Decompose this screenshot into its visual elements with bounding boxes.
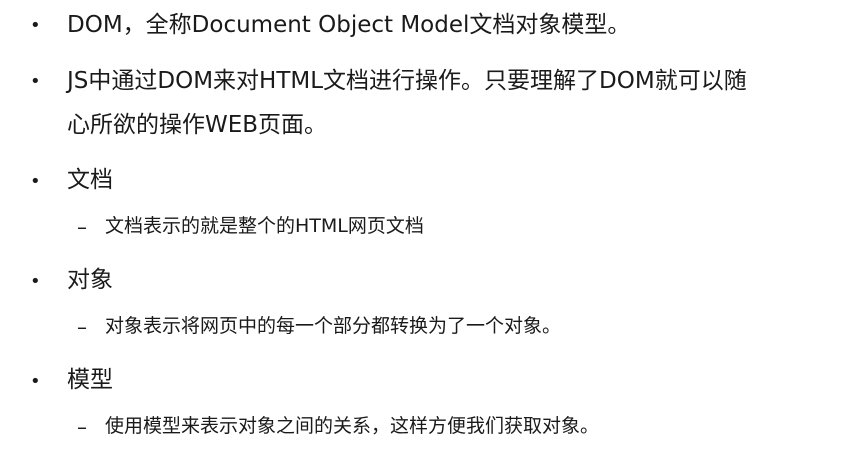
item-4-text: 对象 — [67, 267, 113, 293]
bullet-2: • — [30, 71, 41, 92]
item-5-sub: 使用模型来表示对象之间的关系，这样方便我们获取对象。 — [105, 415, 600, 437]
item-1-text: DOM，全称Document Object Model文档对象模型。 — [67, 12, 631, 38]
bullet-5: • — [30, 371, 41, 392]
dash-4: – — [77, 315, 87, 339]
item-2-text-line2: 心所欲的操作WEB页面。 — [67, 112, 328, 138]
bullet-1: • — [30, 15, 41, 36]
item-4-sub: 对象表示将网页中的每一个部分都转换为了一个对象。 — [105, 315, 562, 337]
dash-5: – — [77, 415, 87, 439]
item-2-text-line1: JS中通过DOM来对HTML文档进行操作。只要理解了DOM就可以随 — [67, 68, 747, 94]
bullet-4: • — [30, 271, 41, 292]
slide: • DOM，全称Document Object Model文档对象模型。 • J… — [0, 0, 843, 467]
dash-3: – — [77, 215, 87, 239]
item-3-text: 文档 — [67, 167, 113, 193]
item-5-text: 模型 — [67, 367, 113, 393]
item-3-sub: 文档表示的就是整个的HTML网页文档 — [105, 215, 424, 237]
bullet-3: • — [30, 171, 41, 192]
